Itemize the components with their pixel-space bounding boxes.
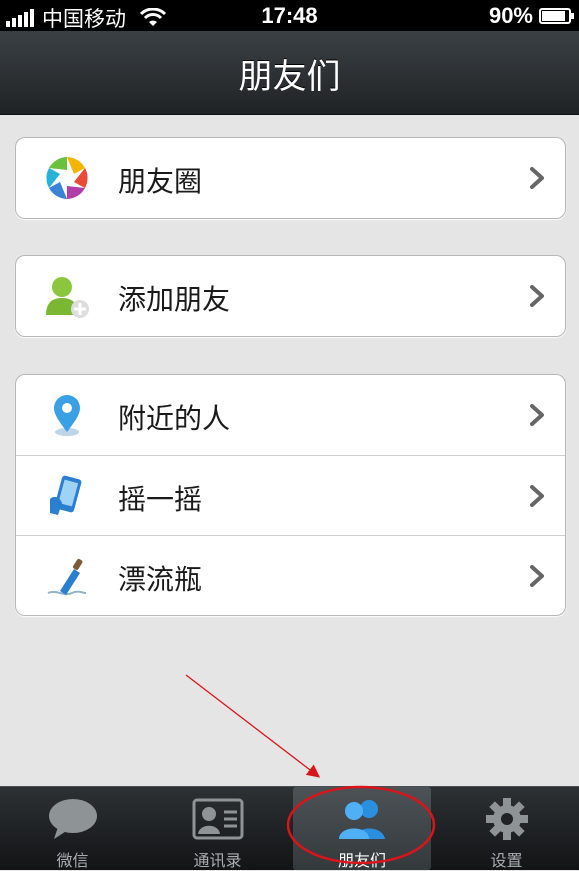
list-item-shake[interactable]: 摇一摇 bbox=[16, 455, 565, 535]
gear-icon bbox=[485, 798, 528, 840]
chevron-right-icon bbox=[530, 404, 544, 426]
menu-group-moments: 朋友圈 bbox=[15, 137, 566, 219]
tab-label: 朋友们 bbox=[337, 851, 386, 870]
tab-label: 通讯录 bbox=[193, 851, 242, 870]
chevron-right-icon bbox=[530, 285, 544, 307]
battery-fill bbox=[542, 11, 566, 21]
friends-icon bbox=[339, 800, 385, 839]
chevron-right-icon bbox=[530, 485, 544, 507]
drift-bottle-icon bbox=[47, 558, 87, 596]
battery-percent: 90% bbox=[488, 3, 533, 28]
status-bar-right: 90% bbox=[488, 3, 574, 29]
location-pin-icon bbox=[54, 395, 80, 436]
list-item-label: 摇一摇 bbox=[118, 483, 203, 516]
tab-bar: 微信 通讯录 朋友们 设置 bbox=[0, 786, 579, 870]
list-item-label: 附近的人 bbox=[118, 402, 231, 435]
chevron-right-icon bbox=[530, 565, 544, 587]
list-item-drift-bottle[interactable]: 漂流瓶 bbox=[16, 535, 565, 615]
menu-group-discover: 附近的人 摇一摇 漂流瓶 bbox=[15, 374, 566, 616]
list-item-label: 朋友圈 bbox=[118, 165, 203, 198]
list-item-label: 漂流瓶 bbox=[118, 563, 203, 596]
tab-label: 微信 bbox=[56, 851, 89, 870]
add-friend-icon bbox=[46, 277, 89, 318]
tab-label: 设置 bbox=[490, 851, 523, 870]
tab-chats[interactable]: 微信 bbox=[0, 787, 145, 870]
battery-icon bbox=[539, 8, 574, 24]
list-item-add-friend[interactable]: 添加朋友 bbox=[16, 256, 565, 336]
list-item-nearby[interactable]: 附近的人 bbox=[16, 375, 565, 455]
contacts-card-icon bbox=[192, 798, 243, 840]
shake-phone-icon bbox=[50, 475, 82, 515]
page-title: 朋友们 bbox=[238, 57, 341, 97]
status-bar: 中国移动 17:48 90% bbox=[0, 0, 579, 31]
tab-settings[interactable]: 设置 bbox=[434, 787, 579, 870]
tab-contacts[interactable]: 通讯录 bbox=[145, 787, 290, 870]
chat-bubble-icon bbox=[48, 799, 97, 839]
annotation-arrow bbox=[185, 674, 321, 778]
tab-friends[interactable]: 朋友们 bbox=[293, 787, 431, 870]
chevron-right-icon bbox=[530, 167, 544, 189]
moments-aperture-icon bbox=[46, 157, 88, 199]
list-item-moments[interactable]: 朋友圈 bbox=[16, 138, 565, 218]
navigation-bar: 朋友们 bbox=[0, 31, 579, 115]
list-item-label: 添加朋友 bbox=[118, 283, 231, 316]
menu-group-add-friend: 添加朋友 bbox=[15, 255, 566, 337]
